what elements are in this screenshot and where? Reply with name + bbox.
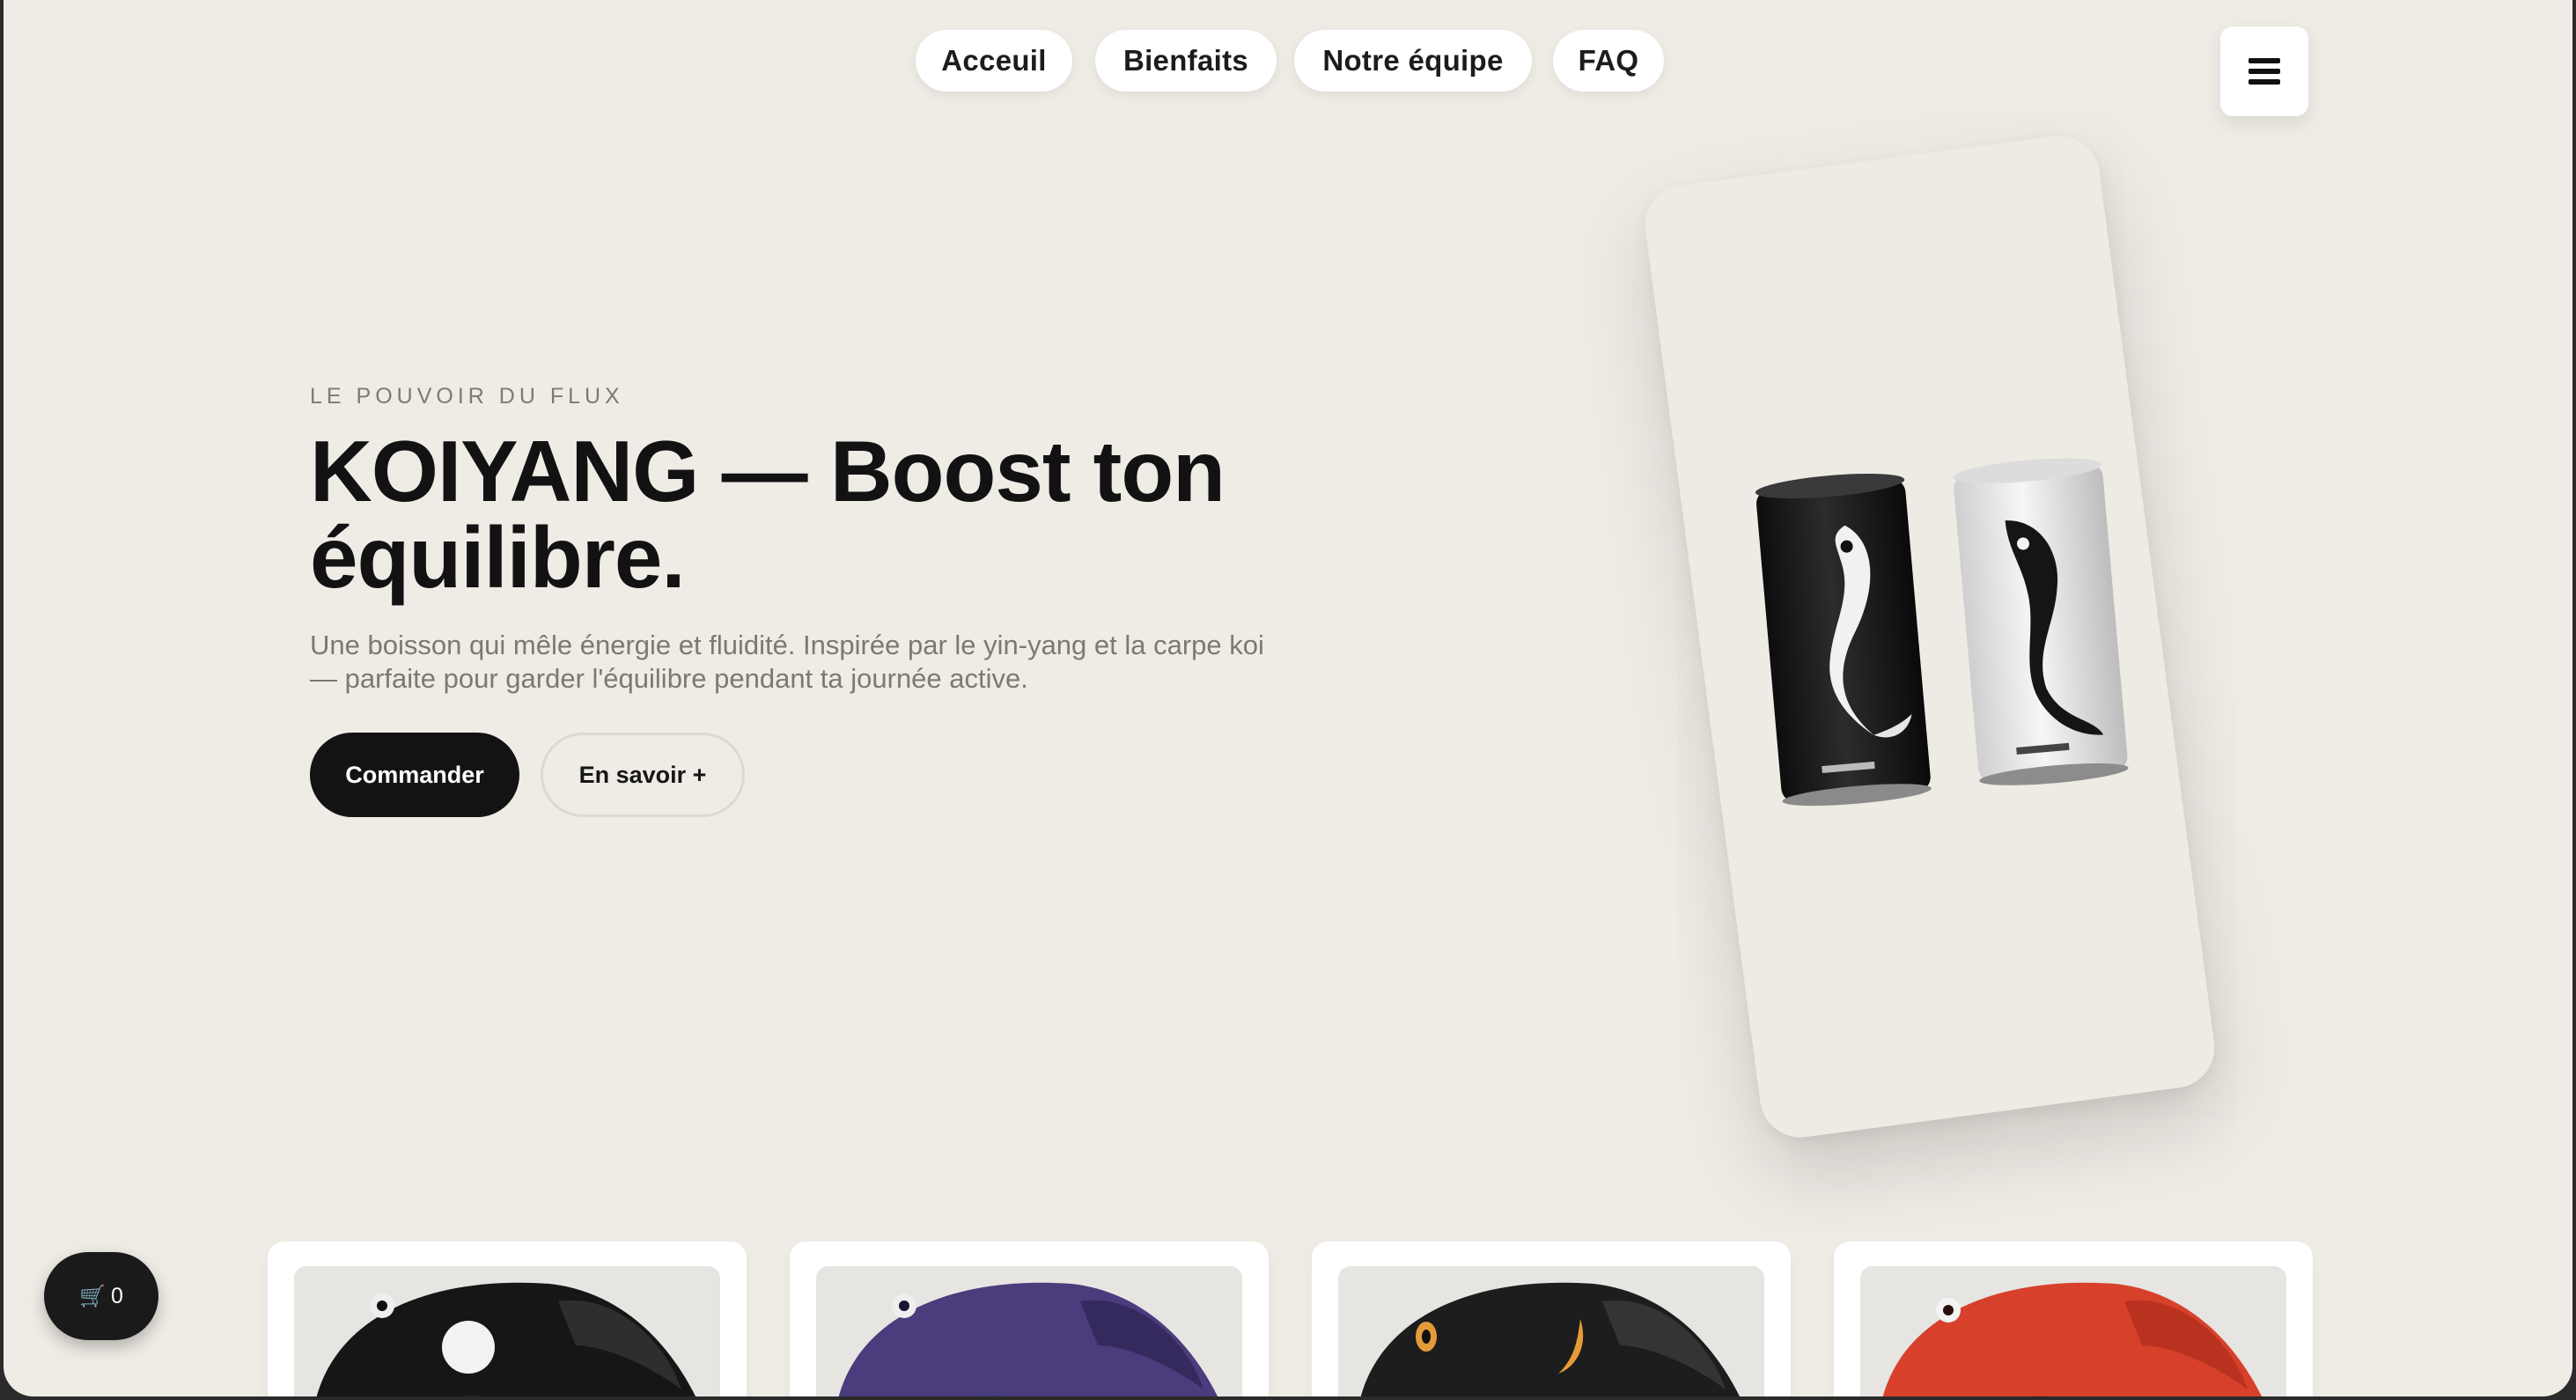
cart-button[interactable]: 🛒 0 — [44, 1252, 158, 1340]
page: Acceuil Bienfaits Notre équipe FAQ LE PO… — [4, 0, 2572, 1396]
product-tile-3[interactable] — [1312, 1242, 1791, 1396]
hero-title: KOIYANG — Boost ton équilibre. — [310, 428, 1349, 601]
product-tile-2[interactable] — [790, 1242, 1269, 1396]
hamburger-icon — [2248, 58, 2280, 85]
cart-count: 0 — [110, 1283, 123, 1308]
nav-item-acceuil[interactable]: Acceuil — [916, 30, 1072, 92]
product-tile-4[interactable] — [1834, 1242, 2313, 1396]
product-image-black-koi — [294, 1266, 720, 1396]
product-image-red-koi — [1860, 1266, 2286, 1396]
hero-description: Une boisson qui mêle énergie et fluidité… — [310, 630, 1264, 694]
nav-item-faq[interactable]: FAQ — [1553, 30, 1664, 92]
cart-icon: 🛒 — [79, 1284, 106, 1308]
black-can — [1755, 473, 1932, 807]
nav-item-bienfaits[interactable]: Bienfaits — [1095, 30, 1277, 92]
product-tile-1[interactable] — [268, 1242, 747, 1396]
order-button[interactable]: Commander — [310, 733, 519, 817]
product-cans-image — [1755, 458, 2129, 807]
product-image-orange-eye-koi — [1338, 1266, 1764, 1396]
hero-title-line-2: équilibre. — [310, 509, 686, 606]
learn-more-button[interactable]: En savoir + — [541, 733, 745, 817]
product-image-purple-koi — [816, 1266, 1242, 1396]
white-can — [1953, 458, 2129, 785]
nav-item-notre-equipe[interactable]: Notre équipe — [1294, 30, 1532, 92]
menu-button[interactable] — [2220, 26, 2308, 116]
hero-title-line-1: KOIYANG — Boost ton — [310, 423, 1225, 519]
hero-eyebrow: LE POUVOIR DU FLUX — [310, 384, 624, 409]
